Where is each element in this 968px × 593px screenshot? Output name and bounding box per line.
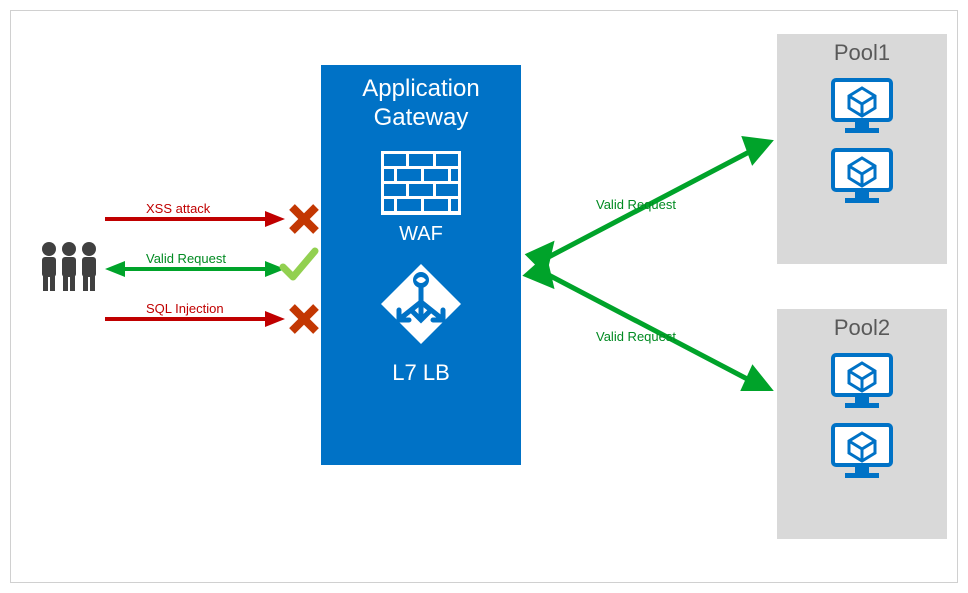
pool1-vm1 — [777, 76, 947, 136]
pool1-vm2 — [777, 146, 947, 206]
x-icon-sql — [289, 304, 319, 334]
arrows-to-pools — [521, 131, 791, 391]
pool2-vm2 — [777, 421, 947, 481]
pool2-vm1 — [777, 351, 947, 411]
label-valid-bottom: Valid Request — [596, 329, 676, 344]
pool2-box: Pool2 — [777, 309, 947, 539]
application-gateway-box: Application Gateway WAF — [321, 65, 521, 465]
load-balancer-icon — [377, 260, 465, 348]
check-icon — [279, 245, 319, 285]
diagram-frame: XSS attack Valid Request SQL Injection A… — [10, 10, 958, 583]
gateway-title-line1: Application — [362, 75, 479, 102]
label-sql: SQL Injection — [146, 301, 224, 316]
pool2-title: Pool2 — [777, 315, 947, 341]
gateway-title-line2: Gateway — [374, 104, 469, 131]
firewall-icon — [381, 151, 461, 215]
gateway-title: Application Gateway — [321, 75, 521, 133]
pool1-box: Pool1 — [777, 34, 947, 264]
waf-label: WAF — [321, 223, 521, 246]
label-valid-left: Valid Request — [146, 251, 226, 266]
users-icon — [35, 239, 103, 295]
pool1-title: Pool1 — [777, 40, 947, 66]
label-valid-top: Valid Request — [596, 197, 676, 212]
label-xss: XSS attack — [146, 201, 210, 216]
l7lb-label: L7 LB — [321, 360, 521, 386]
x-icon-xss — [289, 204, 319, 234]
